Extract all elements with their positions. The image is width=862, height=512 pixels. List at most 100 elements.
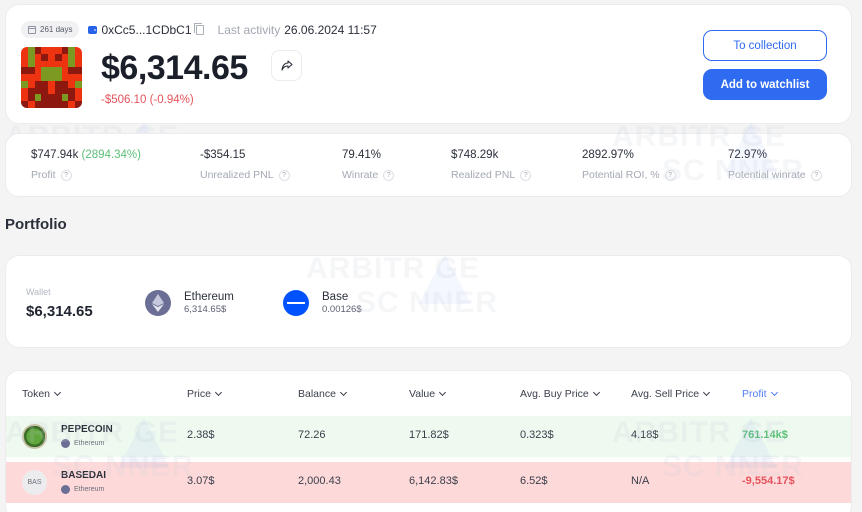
calendar-icon xyxy=(28,25,36,34)
stat-label: Potential winrate xyxy=(728,169,806,181)
token-balance: 2,000.43 xyxy=(298,475,341,487)
column-header-avg-sell-price[interactable]: Avg. Sell Price xyxy=(631,388,711,400)
column-header-balance[interactable]: Balance xyxy=(298,388,347,400)
help-icon[interactable]: ? xyxy=(664,169,676,181)
copy-icon[interactable] xyxy=(193,22,204,35)
avatar-pixel xyxy=(48,67,55,75)
avatar-pixel xyxy=(68,94,76,102)
column-header-value[interactable]: Value xyxy=(409,388,447,400)
avatar-pixel xyxy=(61,47,69,54)
help-icon[interactable]: ? xyxy=(60,169,72,181)
column-header-profit[interactable]: Profit xyxy=(742,388,778,400)
stat-value: $747.94k xyxy=(31,149,79,161)
basedai-logo: BAS xyxy=(22,470,47,495)
chevron-down-icon xyxy=(53,388,62,397)
avatar-pixel xyxy=(48,53,55,61)
avatar-pixel xyxy=(27,80,35,88)
column-header-token[interactable]: Token xyxy=(22,388,62,400)
avatar-pixel xyxy=(21,101,28,108)
token-value: 171.82$ xyxy=(409,429,449,441)
help-icon[interactable]: ? xyxy=(520,169,532,181)
stat-value: 72.97% xyxy=(728,149,768,161)
last-activity-label: Last activity xyxy=(217,22,281,37)
wallet-avatar xyxy=(21,47,82,108)
avatar-pixel xyxy=(41,67,49,75)
avatar-pixel xyxy=(21,94,28,102)
avatar-pixel xyxy=(34,67,42,75)
avatar-pixel xyxy=(41,60,49,68)
wallet-label: Wallet xyxy=(26,287,51,297)
column-header-price[interactable]: Price xyxy=(187,388,222,400)
wallet-age-badge: 261 days xyxy=(21,21,80,38)
stat-unrealized-pnl: -$354.15 Unrealized PNL? xyxy=(200,149,290,181)
avatar-pixel xyxy=(21,47,28,54)
stat-value: -$354.15 xyxy=(200,149,246,161)
wallet-balance: $6,314.65 xyxy=(101,49,248,87)
wallet-address[interactable]: 0xCc5...1CDbC1 xyxy=(88,22,204,37)
help-icon[interactable]: ? xyxy=(810,169,822,181)
avatar-pixel xyxy=(27,74,35,81)
last-activity-value: 26.06.2024 11:57 xyxy=(284,22,377,37)
avatar-pixel xyxy=(54,101,62,108)
avatar-pixel xyxy=(75,87,82,95)
add-to-watchlist-button[interactable]: Add to watchlist xyxy=(703,69,827,100)
stat-potential-roi: 2892.97% Potential ROI, %? xyxy=(582,149,676,181)
token-profit: 761.14k$ xyxy=(742,429,788,441)
token-name: PEPECOIN xyxy=(61,424,113,435)
avatar-pixel xyxy=(68,53,76,61)
chain-amount: 6,314.65$ xyxy=(184,304,227,315)
token-chain: Ethereum xyxy=(61,485,104,494)
avatar-pixel xyxy=(48,60,55,68)
avatar-pixel xyxy=(21,80,28,88)
avatar-pixel xyxy=(41,47,49,54)
token-avg-sell-price: 4.18$ xyxy=(631,429,659,441)
chevron-down-icon xyxy=(214,388,222,397)
avatar-pixel xyxy=(27,53,35,61)
column-header-avg-buy-price[interactable]: Avg. Buy Price xyxy=(520,388,600,400)
stat-profit-percent: (2894.34%) xyxy=(81,149,141,161)
avatar-pixel xyxy=(21,60,28,68)
avatar-pixel xyxy=(48,87,55,95)
stat-label: Profit xyxy=(31,169,56,181)
avatar-pixel xyxy=(54,94,62,102)
avatar-pixel xyxy=(61,53,69,61)
balance-change: -$506.10 (-0.94%) xyxy=(101,94,194,106)
avatar-pixel xyxy=(34,53,42,61)
stat-profit: $747.94k (2894.34%) Profit? xyxy=(31,149,141,181)
avatar-pixel xyxy=(54,60,62,68)
token-price: 2.38$ xyxy=(187,429,215,441)
avatar-pixel xyxy=(68,67,76,75)
to-collection-button[interactable]: To collection xyxy=(703,30,827,61)
avatar-pixel xyxy=(54,67,62,75)
avatar-pixel xyxy=(61,87,69,95)
avatar-pixel xyxy=(41,80,49,88)
avatar-pixel xyxy=(48,101,55,108)
avatar-pixel xyxy=(34,94,42,102)
chain-ethereum[interactable]: Ethereum 6,314.65$ xyxy=(145,290,234,316)
avatar-pixel xyxy=(61,67,69,75)
avatar-pixel xyxy=(75,101,82,108)
help-icon[interactable]: ? xyxy=(278,169,290,181)
avatar-pixel xyxy=(27,60,35,68)
ethereum-icon xyxy=(61,485,70,494)
avatar-pixel xyxy=(27,87,35,95)
ethereum-icon xyxy=(145,290,171,316)
share-button[interactable] xyxy=(271,50,302,81)
avatar-pixel xyxy=(54,80,62,88)
avatar-pixel xyxy=(61,94,69,102)
wallet-header-card: 261 days 0xCc5...1CDbC1 Last activity 26… xyxy=(5,4,852,124)
chevron-down-icon xyxy=(703,388,711,397)
avatar-pixel xyxy=(41,53,49,61)
avatar-pixel xyxy=(61,60,69,68)
chain-base[interactable]: Base 0.00126$ xyxy=(283,290,362,316)
table-row[interactable]: PEPECOIN Ethereum 2.38$ 72.26 171.82$ 0.… xyxy=(6,416,851,457)
avatar-pixel xyxy=(75,60,82,68)
chevron-down-icon xyxy=(770,388,778,397)
avatar-pixel xyxy=(41,94,49,102)
token-price: 3.07$ xyxy=(187,475,215,487)
avatar-pixel xyxy=(54,53,62,61)
avatar-pixel xyxy=(21,53,28,61)
table-row[interactable]: BAS BASEDAI Ethereum 3.07$ 2,000.43 6,14… xyxy=(6,462,851,503)
help-icon[interactable]: ? xyxy=(383,169,395,181)
token-value: 6,142.83$ xyxy=(409,475,458,487)
